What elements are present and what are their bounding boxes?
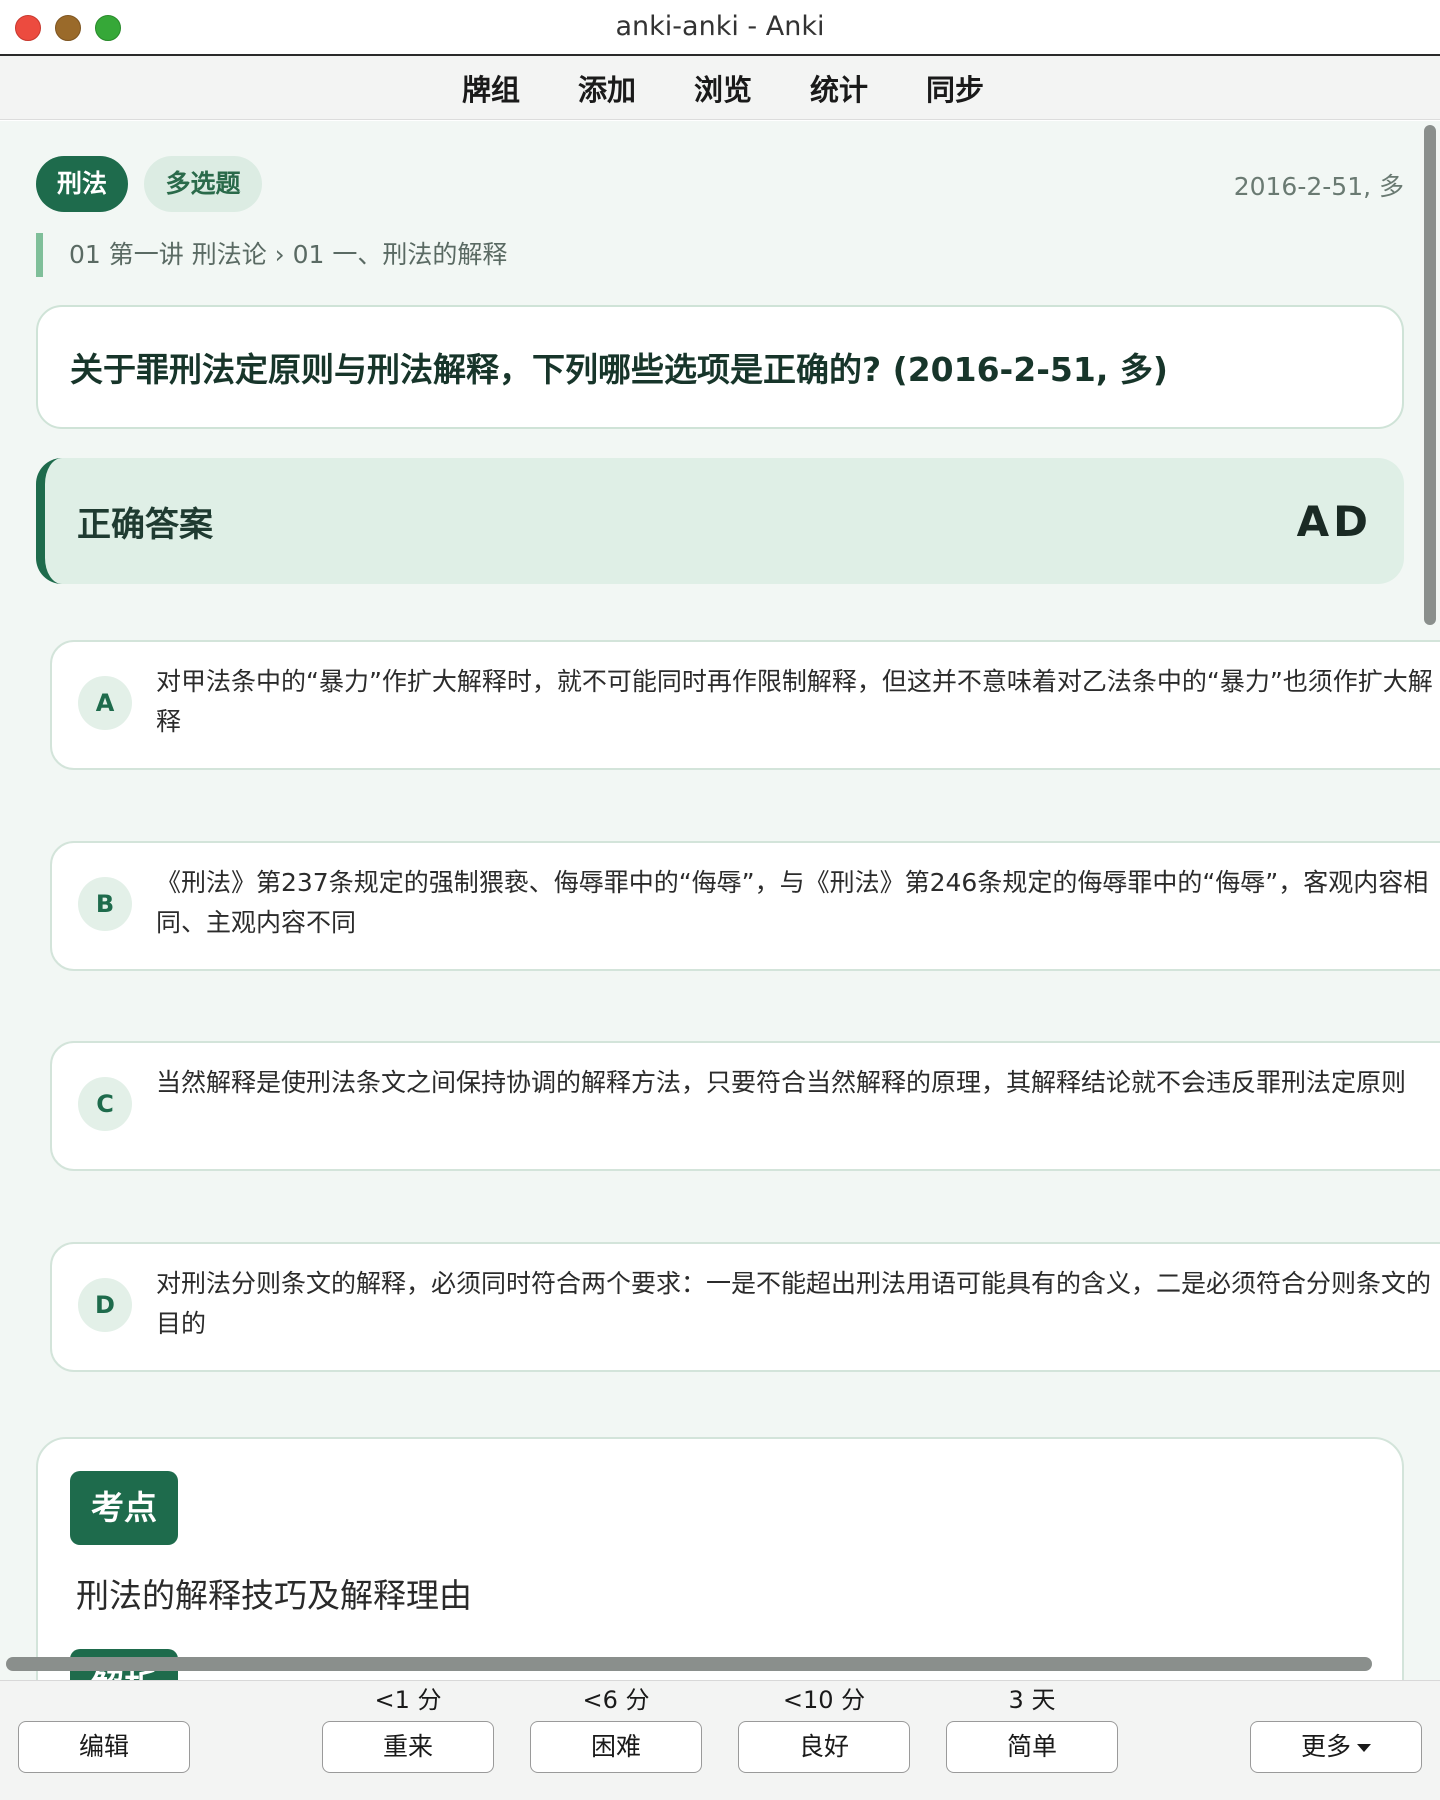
easy-button[interactable]: 简单 bbox=[946, 1721, 1118, 1773]
again-button[interactable]: 重来 bbox=[322, 1721, 494, 1773]
more-button[interactable]: 更多 bbox=[1250, 1721, 1422, 1773]
card-content[interactable]: 刑法 多选题 2016-2-51, 多 01 第一讲 刑法论 › 01 一、刑法… bbox=[0, 121, 1440, 1680]
option-letter: D bbox=[78, 1278, 132, 1332]
question-card: 关于罪刑法定原则与刑法解释，下列哪些选项是正确的? (2016-2-51, 多) bbox=[36, 305, 1404, 429]
nav-sync[interactable]: 同步 bbox=[926, 67, 984, 109]
top-nav: 牌组 添加 浏览 统计 同步 bbox=[0, 56, 1440, 120]
key-point-text: 刑法的解释技巧及解释理由 bbox=[76, 1576, 472, 1615]
edit-button[interactable]: 编辑 bbox=[18, 1721, 190, 1773]
review-bottom-bar: 编辑 <1 分 重来 <6 分 困难 <10 分 良好 3 天 简单 更多 bbox=[0, 1680, 1440, 1800]
source-meta: 2016-2-51, 多 bbox=[1233, 172, 1404, 201]
option-d[interactable]: D 对刑法分则条文的解释，必须同时符合两个要求：一是不能超出刑法用语可能具有的含… bbox=[50, 1242, 1440, 1372]
question-text: 关于罪刑法定原则与刑法解释，下列哪些选项是正确的? (2016-2-51, 多) bbox=[70, 350, 1168, 389]
nav-add[interactable]: 添加 bbox=[578, 67, 636, 109]
window-title: anki-anki - Anki bbox=[615, 11, 825, 42]
easy-interval: 3 天 bbox=[1008, 1686, 1056, 1714]
option-text: 对刑法分则条文的解释，必须同时符合两个要求：一是不能超出刑法用语可能具有的含义，… bbox=[156, 1269, 1432, 1338]
option-text: 对甲法条中的“暴力”作扩大解释时，就不可能同时再作限制解释，但这并不意味着对乙法… bbox=[156, 667, 1433, 736]
key-point-card: 考点 刑法的解释技巧及解释理由 解析 bbox=[36, 1437, 1404, 1680]
key-point-badge: 考点 bbox=[70, 1471, 178, 1545]
option-c[interactable]: C 当然解释是使刑法条文之间保持协调的解释方法，只要符合当然解释的原理，其解释结… bbox=[50, 1041, 1440, 1171]
hard-interval: <6 分 bbox=[582, 1686, 650, 1714]
correct-answer-card: 正确答案 AD bbox=[36, 458, 1404, 584]
option-letter: C bbox=[78, 1077, 132, 1131]
hard-button[interactable]: 困难 bbox=[530, 1721, 702, 1773]
question-type-tag: 多选题 bbox=[144, 156, 262, 212]
option-b[interactable]: B 《刑法》第237条规定的强制猥亵、侮辱罪中的“侮辱”，与《刑法》第246条规… bbox=[50, 841, 1440, 971]
caret-down-icon bbox=[1357, 1744, 1371, 1752]
option-text: 当然解释是使刑法条文之间保持协调的解释方法，只要符合当然解释的原理，其解释结论就… bbox=[156, 1068, 1407, 1097]
good-button[interactable]: 良好 bbox=[738, 1721, 910, 1773]
option-letter: B bbox=[78, 877, 132, 931]
correct-answer-value: AD bbox=[1296, 496, 1372, 546]
nav-decks[interactable]: 牌组 bbox=[462, 67, 520, 109]
correct-answer-label: 正确答案 bbox=[77, 504, 213, 545]
vertical-scrollbar[interactable] bbox=[1424, 125, 1436, 625]
option-text: 《刑法》第237条规定的强制猥亵、侮辱罪中的“侮辱”，与《刑法》第246条规定的… bbox=[156, 868, 1429, 937]
good-interval: <10 分 bbox=[782, 1686, 866, 1714]
nav-stats[interactable]: 统计 bbox=[810, 67, 868, 109]
title-bar: anki-anki - Anki bbox=[0, 0, 1440, 56]
option-letter: A bbox=[78, 676, 132, 730]
option-a[interactable]: A 对甲法条中的“暴力”作扩大解释时，就不可能同时再作限制解释，但这并不意味着对… bbox=[50, 640, 1440, 770]
more-button-label: 更多 bbox=[1300, 1732, 1351, 1761]
again-interval: <1 分 bbox=[374, 1686, 442, 1714]
horizontal-scrollbar[interactable] bbox=[6, 1657, 1372, 1671]
breadcrumb: 01 第一讲 刑法论 › 01 一、刑法的解释 bbox=[36, 233, 507, 277]
subject-tag: 刑法 bbox=[36, 156, 128, 212]
nav-browse[interactable]: 浏览 bbox=[694, 67, 752, 109]
